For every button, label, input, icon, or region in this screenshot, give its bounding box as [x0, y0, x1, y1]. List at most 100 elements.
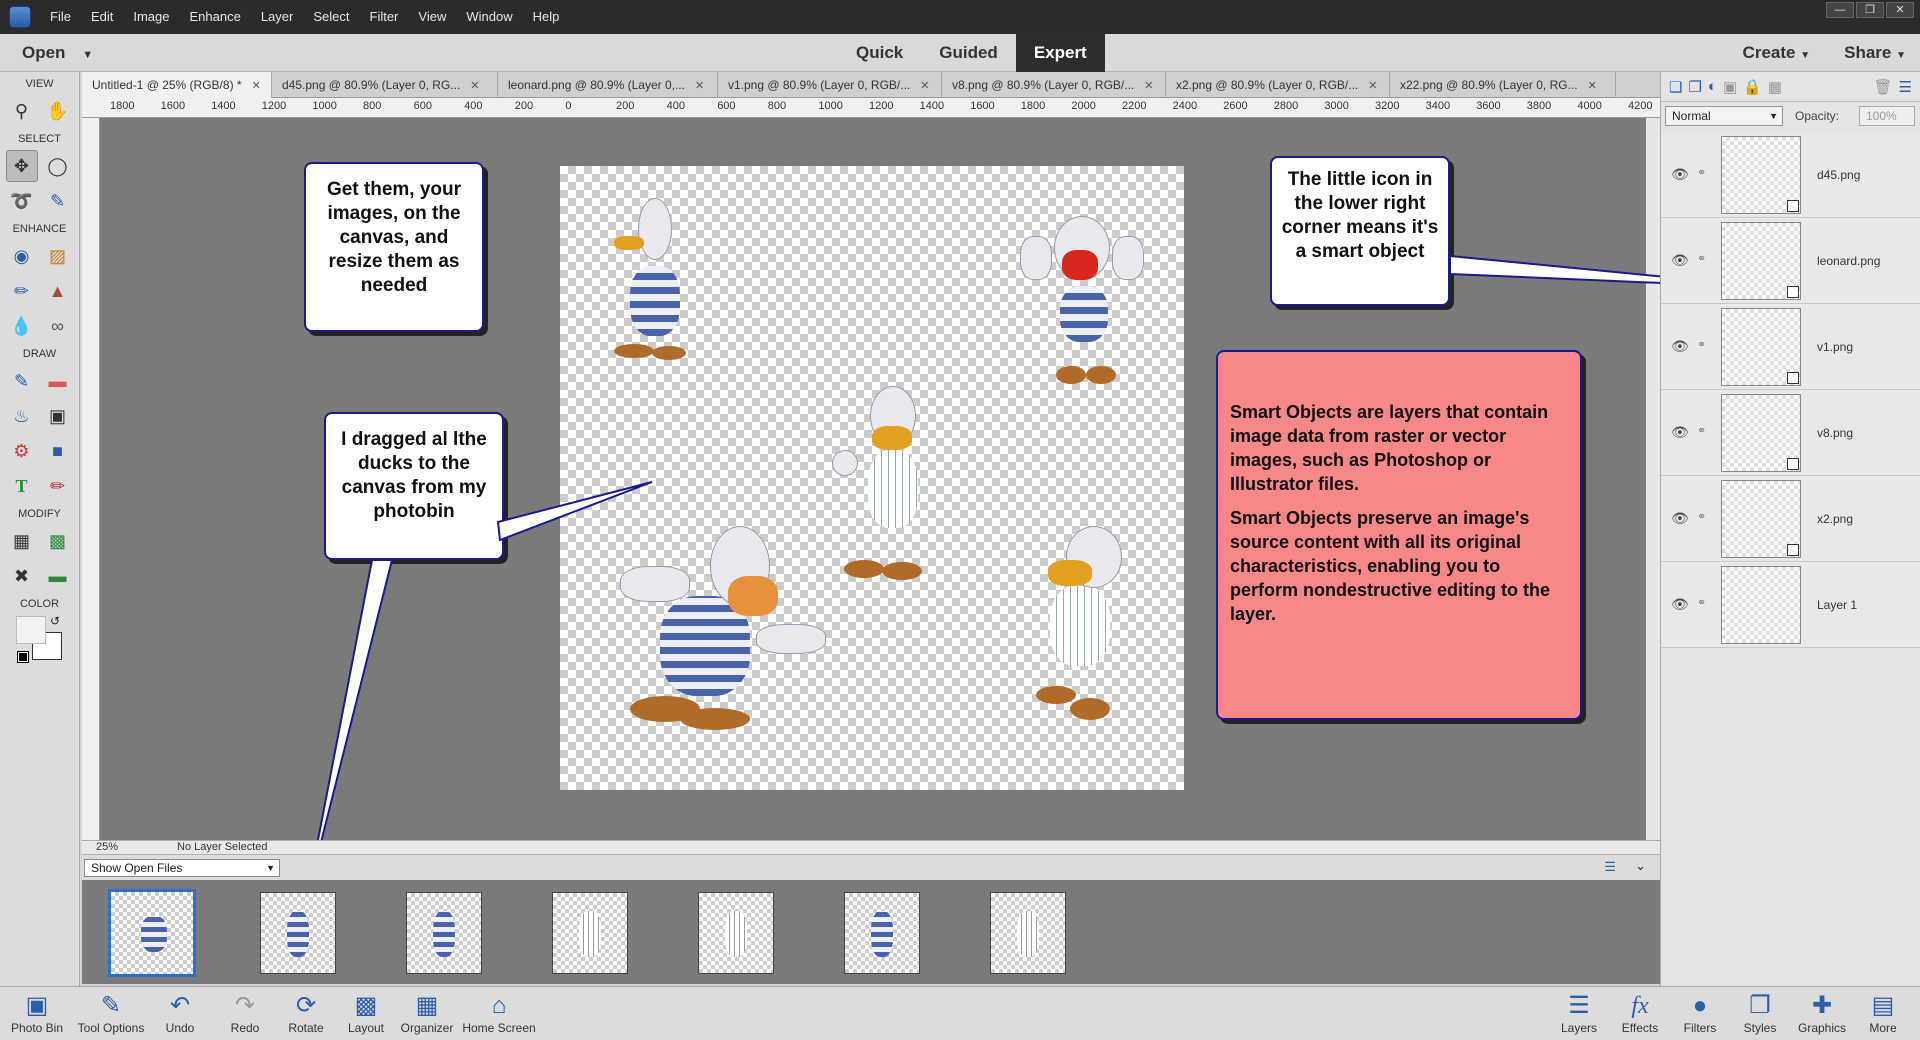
zoom-tool-icon[interactable]: ⚲: [6, 95, 38, 127]
visibility-eye-icon[interactable]: 👁: [1671, 596, 1689, 613]
menu-enhance[interactable]: Enhance: [180, 0, 251, 34]
close-tab-icon[interactable]: ✕: [1144, 79, 1153, 92]
delete-layer-icon[interactable]: 🗑: [1874, 78, 1893, 96]
bin-thumb-v8[interactable]: [698, 892, 774, 974]
menu-view[interactable]: View: [408, 0, 456, 34]
tab-x2[interactable]: x2.png @ 80.9% (Layer 0, RGB/... ✕: [1166, 72, 1390, 98]
crop-tool-icon[interactable]: ▦: [6, 525, 38, 557]
close-tab-icon[interactable]: ✕: [920, 79, 929, 92]
tab-leonard[interactable]: leonard.png @ 80.9% (Layer 0,... ✕: [498, 72, 718, 98]
gradient-tool-icon[interactable]: ▣: [42, 400, 74, 432]
blur-tool-icon[interactable]: 💧: [6, 310, 38, 342]
blend-mode-select[interactable]: Normal ▼: [1665, 106, 1783, 126]
close-tab-icon[interactable]: ✕: [470, 79, 479, 92]
bin-thumb-d45[interactable]: [260, 892, 336, 974]
tab-x22[interactable]: x22.png @ 80.9% (Layer 0, RG... ✕: [1390, 72, 1616, 98]
content-aware-move-tool-icon[interactable]: ✖: [6, 560, 38, 592]
minimize-icon[interactable]: —: [1826, 2, 1854, 18]
mode-expert[interactable]: Expert: [1015, 34, 1105, 72]
document-canvas[interactable]: [560, 166, 1184, 790]
menu-layer[interactable]: Layer: [251, 0, 304, 34]
marquee-tool-icon[interactable]: ◯: [42, 150, 74, 182]
menu-image[interactable]: Image: [123, 0, 179, 34]
menu-edit[interactable]: Edit: [81, 0, 123, 34]
visibility-eye-icon[interactable]: 👁: [1671, 510, 1689, 527]
visibility-eye-icon[interactable]: 👁: [1671, 338, 1689, 355]
share-button[interactable]: Share ▼: [1844, 34, 1906, 75]
link-icon[interactable]: ⚭: [1697, 424, 1706, 437]
graphics-button[interactable]: ✚ Graphics: [1787, 991, 1857, 1035]
close-tab-icon[interactable]: ✕: [695, 79, 704, 92]
layout-button[interactable]: ▩ Layout: [331, 991, 401, 1035]
new-layer-icon[interactable]: ❏: [1669, 78, 1682, 96]
link-icon[interactable]: ⚭: [1697, 166, 1706, 179]
layer-mask-icon[interactable]: ▣: [1723, 78, 1737, 96]
tab-d45[interactable]: d45.png @ 80.9% (Layer 0, RG... ✕: [272, 72, 498, 98]
type-tool-icon[interactable]: T: [6, 470, 38, 502]
styles-button[interactable]: ❐ Styles: [1725, 991, 1795, 1035]
zoom-level[interactable]: 25%: [96, 841, 118, 853]
visibility-eye-icon[interactable]: 👁: [1671, 252, 1689, 269]
quick-selection-tool-icon[interactable]: ✎: [42, 185, 74, 217]
tab-untitled-1[interactable]: Untitled-1 @ 25% (RGB/8) * ✕: [82, 72, 272, 98]
eyedropper-tool-icon[interactable]: ⚙: [6, 435, 38, 467]
layer-row-layer-1[interactable]: 👁 ⚭ Layer 1: [1661, 562, 1920, 648]
menu-filter[interactable]: Filter: [360, 0, 409, 34]
close-icon[interactable]: ✕: [1886, 2, 1914, 18]
visibility-eye-icon[interactable]: 👁: [1671, 424, 1689, 441]
link-icon[interactable]: ⚭: [1697, 510, 1706, 523]
tool-options-button[interactable]: ✎ Tool Options: [76, 991, 146, 1035]
mode-guided[interactable]: Guided: [921, 34, 1016, 72]
bin-thumb-leonard[interactable]: [406, 892, 482, 974]
new-group-icon[interactable]: ❐: [1688, 78, 1701, 96]
shape-tool-icon[interactable]: ■: [42, 435, 74, 467]
mode-quick[interactable]: Quick: [838, 34, 921, 72]
pencil-tool-icon[interactable]: ✏: [42, 470, 74, 502]
straighten-tool-icon[interactable]: ▬: [42, 560, 74, 592]
bin-menu-icon[interactable]: ☰: [1604, 859, 1616, 875]
lock-all-icon[interactable]: 🔒: [1743, 78, 1762, 96]
open-button[interactable]: Open ▼: [22, 34, 93, 74]
bin-thumb-v1[interactable]: [552, 892, 628, 974]
photo-bin-button[interactable]: ▣ Photo Bin: [2, 991, 72, 1035]
vertical-scrollbar[interactable]: [1646, 118, 1660, 840]
lock-transparency-icon[interactable]: ▦: [1768, 78, 1782, 96]
eraser-tool-icon[interactable]: ▬: [42, 365, 74, 397]
spot-healing-tool-icon[interactable]: ▨: [42, 240, 74, 272]
close-tab-icon[interactable]: ✕: [1588, 79, 1597, 92]
organizer-button[interactable]: ▦ Organizer: [392, 991, 462, 1035]
bin-thumb-untitled-1[interactable]: [108, 889, 196, 977]
recompose-tool-icon[interactable]: ▩: [42, 525, 74, 557]
duck-image-leonard[interactable]: [1020, 216, 1150, 396]
show-open-files-select[interactable]: Show Open Files ▼: [84, 859, 280, 877]
foreground-color-swatch[interactable]: [16, 616, 46, 644]
link-icon[interactable]: ⚭: [1697, 596, 1706, 609]
brush-tool-icon[interactable]: ✎: [6, 365, 38, 397]
default-colors-icon[interactable]: [17, 651, 29, 663]
redo-button[interactable]: ↷ Redo: [210, 991, 280, 1035]
more-button[interactable]: ▤ More: [1848, 991, 1918, 1035]
tab-v1[interactable]: v1.png @ 80.9% (Layer 0, RGB/... ✕: [718, 72, 942, 98]
layer-row-v1[interactable]: 👁 ⚭ v1.png: [1661, 304, 1920, 390]
link-icon[interactable]: ⚭: [1697, 252, 1706, 265]
undo-button[interactable]: ↶ Undo: [145, 991, 215, 1035]
layer-row-d45[interactable]: 👁 ⚭ d45.png: [1661, 132, 1920, 218]
swap-colors-icon[interactable]: ↺: [50, 614, 60, 628]
link-icon[interactable]: ⚭: [1697, 338, 1706, 351]
layers-button[interactable]: ☰ Layers: [1544, 991, 1614, 1035]
opacity-field[interactable]: 100%: [1859, 106, 1915, 126]
visibility-eye-icon[interactable]: 👁: [1671, 166, 1689, 183]
menu-window[interactable]: Window: [456, 0, 522, 34]
layer-row-leonard[interactable]: 👁 ⚭ leonard.png: [1661, 218, 1920, 304]
bin-thumb-x22[interactable]: [990, 892, 1066, 974]
menu-file[interactable]: File: [40, 0, 81, 34]
menu-select[interactable]: Select: [303, 0, 359, 34]
duck-image-d45[interactable]: [590, 196, 700, 366]
tab-v8[interactable]: v8.png @ 80.9% (Layer 0, RGB/... ✕: [942, 72, 1166, 98]
duck-image-x22[interactable]: [1020, 526, 1140, 726]
collapse-bin-icon[interactable]: ⌄: [1635, 858, 1646, 874]
layer-row-v8[interactable]: 👁 ⚭ v8.png: [1661, 390, 1920, 476]
lasso-tool-icon[interactable]: ➰: [6, 185, 38, 217]
home-screen-button[interactable]: ⌂ Home Screen: [460, 991, 538, 1035]
paint-bucket-tool-icon[interactable]: ♨: [6, 400, 38, 432]
